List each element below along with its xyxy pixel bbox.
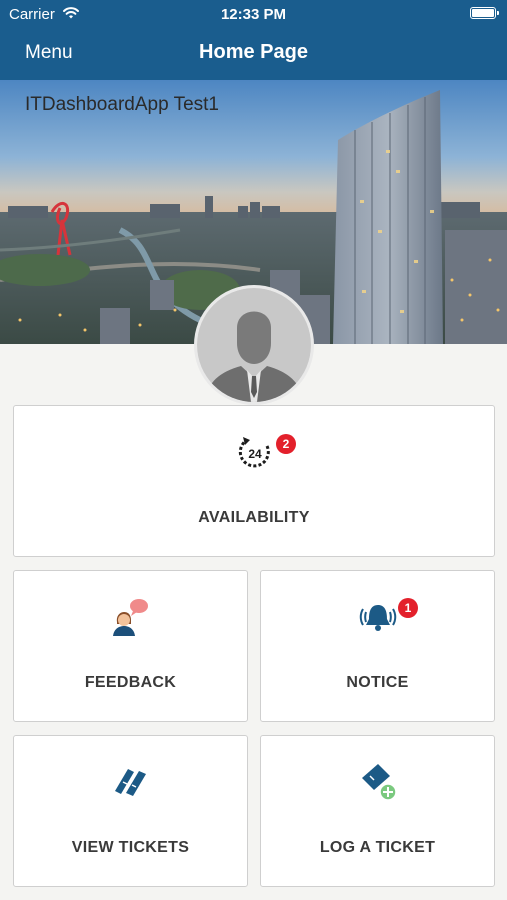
log-ticket-tile[interactable]: LOG A TICKET (260, 735, 495, 887)
log-ticket-label: LOG A TICKET (319, 839, 436, 856)
status-bar: Carrier 12:33 PM (0, 0, 507, 28)
battery-icon (470, 7, 499, 19)
navigation-bar: Menu Home Page (0, 28, 507, 80)
person-speech-bubble-icon (111, 598, 151, 643)
user-silhouette-icon (197, 288, 311, 402)
view-tickets-label: VIEW TICKETS (71, 839, 190, 856)
notice-tile[interactable]: 1 NOTICE (260, 570, 495, 722)
availability-badge: 2 (276, 434, 296, 454)
profile-avatar[interactable] (194, 285, 314, 405)
24-hours-clock-icon: 24 (236, 434, 274, 477)
ticket-add-icon (358, 762, 400, 809)
ringing-bell-icon (358, 601, 398, 640)
tickets-icon (112, 763, 150, 806)
notice-badge: 1 (398, 598, 418, 618)
availability-tile[interactable]: 24 2 AVAILABILITY (13, 405, 495, 557)
feedback-label: FEEDBACK (84, 674, 177, 691)
feedback-tile[interactable]: FEEDBACK (13, 570, 248, 722)
availability-icon-text: 24 (248, 447, 262, 461)
availability-label: AVAILABILITY (198, 509, 310, 526)
app-title: ITDashboardApp Test1 (25, 94, 219, 115)
notice-label: NOTICE (346, 674, 409, 691)
screen: Carrier 12:33 PM Menu Home Page ITDashbo… (0, 0, 507, 900)
view-tickets-tile[interactable]: VIEW TICKETS (13, 735, 248, 887)
status-time: 12:33 PM (220, 6, 287, 23)
page-title: Home Page (199, 41, 308, 63)
